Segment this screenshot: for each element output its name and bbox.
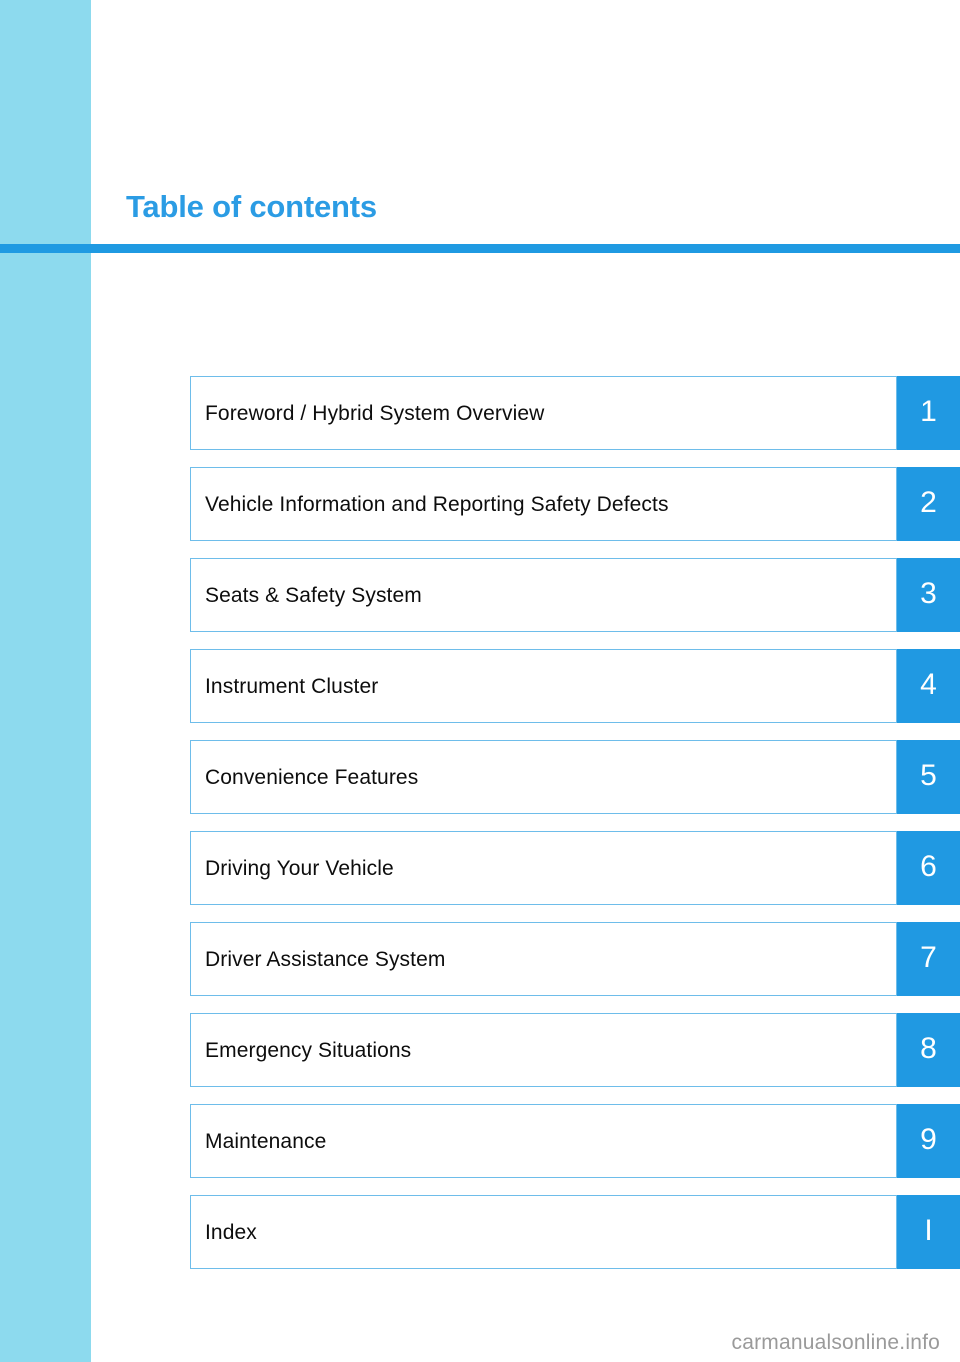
toc-entry-plate[interactable]: Emergency Situations [190,1013,897,1087]
toc-entry-label: Vehicle Information and Reporting Safety… [205,492,669,516]
toc-chapter-number: 5 [920,759,937,792]
table-of-contents-list: Foreword / Hybrid System Overview 1 Vehicl… [0,376,960,1286]
toc-entry-label: Driving Your Vehicle [205,856,394,880]
toc-chapter-tab[interactable]: 6 [897,831,960,905]
toc-chapter-tab[interactable]: 7 [897,922,960,996]
toc-entry-label: Foreword / Hybrid System Overview [205,401,545,425]
manual-page: Table of contents Foreword / Hybrid Syst… [0,0,960,1362]
toc-entry-label: Maintenance [205,1129,327,1153]
toc-row[interactable]: Emergency Situations 8 [0,1013,960,1087]
toc-entry-plate[interactable]: Instrument Cluster [190,649,897,723]
toc-chapter-tab[interactable]: I [897,1195,960,1269]
toc-row[interactable]: Driver Assistance System 7 [0,922,960,996]
toc-row[interactable]: Foreword / Hybrid System Overview 1 [0,376,960,450]
toc-entry-label: Index [205,1220,257,1244]
toc-chapter-tab[interactable]: 5 [897,740,960,814]
toc-row[interactable]: Index I [0,1195,960,1269]
toc-entry-plate[interactable]: Driving Your Vehicle [190,831,897,905]
toc-chapter-number: 9 [920,1123,937,1156]
page-title: Table of contents [126,189,377,224]
toc-chapter-tab[interactable]: 2 [897,467,960,541]
toc-chapter-number: 1 [920,395,937,428]
toc-entry-plate[interactable]: Convenience Features [190,740,897,814]
toc-chapter-number: 6 [920,850,937,883]
toc-entry-plate[interactable]: Vehicle Information and Reporting Safety… [190,467,897,541]
header-divider-rule [0,244,960,253]
toc-entry-label: Emergency Situations [205,1038,412,1062]
site-watermark: carmanualsonline.info [731,1331,940,1354]
toc-entry-plate[interactable]: Driver Assistance System [190,922,897,996]
toc-entry-label: Instrument Cluster [205,674,379,698]
toc-entry-plate[interactable]: Foreword / Hybrid System Overview [190,376,897,450]
toc-entry-plate[interactable]: Seats & Safety System [190,558,897,632]
toc-entry-label: Seats & Safety System [205,583,422,607]
toc-chapter-number: I [924,1214,933,1247]
toc-chapter-number: 4 [920,668,937,701]
toc-row[interactable]: Driving Your Vehicle 6 [0,831,960,905]
toc-row[interactable]: Convenience Features 5 [0,740,960,814]
toc-chapter-number: 8 [920,1032,937,1065]
toc-row[interactable]: Seats & Safety System 3 [0,558,960,632]
toc-chapter-tab[interactable]: 3 [897,558,960,632]
toc-row[interactable]: Maintenance 9 [0,1104,960,1178]
toc-row[interactable]: Instrument Cluster 4 [0,649,960,723]
toc-chapter-tab[interactable]: 1 [897,376,960,450]
toc-entry-plate[interactable]: Maintenance [190,1104,897,1178]
toc-chapter-number: 7 [920,941,937,974]
toc-chapter-number: 3 [920,577,937,610]
toc-entry-label: Convenience Features [205,765,419,789]
toc-chapter-number: 2 [920,486,937,519]
toc-chapter-tab[interactable]: 8 [897,1013,960,1087]
toc-entry-plate[interactable]: Index [190,1195,897,1269]
toc-chapter-tab[interactable]: 4 [897,649,960,723]
toc-chapter-tab[interactable]: 9 [897,1104,960,1178]
toc-entry-label: Driver Assistance System [205,947,446,971]
toc-row[interactable]: Vehicle Information and Reporting Safety… [0,467,960,541]
